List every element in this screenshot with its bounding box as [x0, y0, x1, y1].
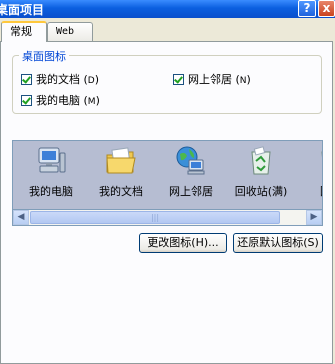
- list-item[interactable]: 回收: [296, 145, 322, 199]
- scroll-left-arrow-icon[interactable]: ◀: [13, 210, 29, 225]
- recycle-bin-full-icon: [245, 145, 277, 177]
- list-item-label: 我的文档: [99, 185, 143, 198]
- list-item-label: 回收: [296, 183, 322, 199]
- checkbox-my-documents[interactable]: 我的文档 (D): [21, 71, 99, 87]
- scrollbar-thumb[interactable]: |||: [30, 211, 280, 224]
- checkbox-label: 我的文档 (D): [36, 73, 100, 86]
- list-item[interactable]: 网上邻居: [156, 145, 226, 199]
- group-legend: 桌面图标: [19, 48, 69, 64]
- checkbox-checked-icon[interactable]: [21, 73, 32, 85]
- list-item[interactable]: 我的电脑: [16, 145, 86, 199]
- checkbox-checked-icon[interactable]: [173, 73, 184, 85]
- help-button[interactable]: ?: [298, 0, 316, 17]
- checkbox-my-computer[interactable]: 我的电脑 (M): [21, 92, 100, 108]
- my-computer-icon: [35, 145, 67, 177]
- network-places-icon: [175, 145, 207, 177]
- title-bar[interactable]: 桌面项目 ? x: [0, 0, 335, 18]
- checkbox-label: 我的电脑 (M): [36, 94, 100, 107]
- checkbox-label: 网上邻居 (N): [188, 73, 251, 86]
- tab-general[interactable]: 常规: [1, 21, 47, 42]
- list-item-label: 回收站(满): [234, 185, 288, 198]
- window-title: 桌面项目: [0, 3, 45, 17]
- list-item[interactable]: 回收站(满): [226, 145, 296, 199]
- list-item-label: 网上邻居: [169, 185, 213, 198]
- checkbox-checked-icon[interactable]: [21, 94, 32, 106]
- horizontal-scrollbar[interactable]: ◀ ||| ▶: [12, 209, 323, 226]
- scroll-right-arrow-icon[interactable]: ▶: [306, 210, 322, 225]
- list-item-label: 我的电脑: [29, 185, 73, 198]
- change-icon-button[interactable]: 更改图标(H)...: [139, 233, 227, 253]
- tab-web[interactable]: Web: [47, 22, 93, 41]
- recycle-bin-empty-icon: [315, 145, 322, 177]
- checkbox-network-places[interactable]: 网上邻居 (N): [173, 71, 251, 87]
- restore-default-button[interactable]: 还原默认图标(S): [233, 233, 323, 253]
- list-item[interactable]: 我的文档: [86, 145, 156, 199]
- my-documents-icon: [105, 145, 137, 177]
- close-button[interactable]: x: [318, 0, 335, 17]
